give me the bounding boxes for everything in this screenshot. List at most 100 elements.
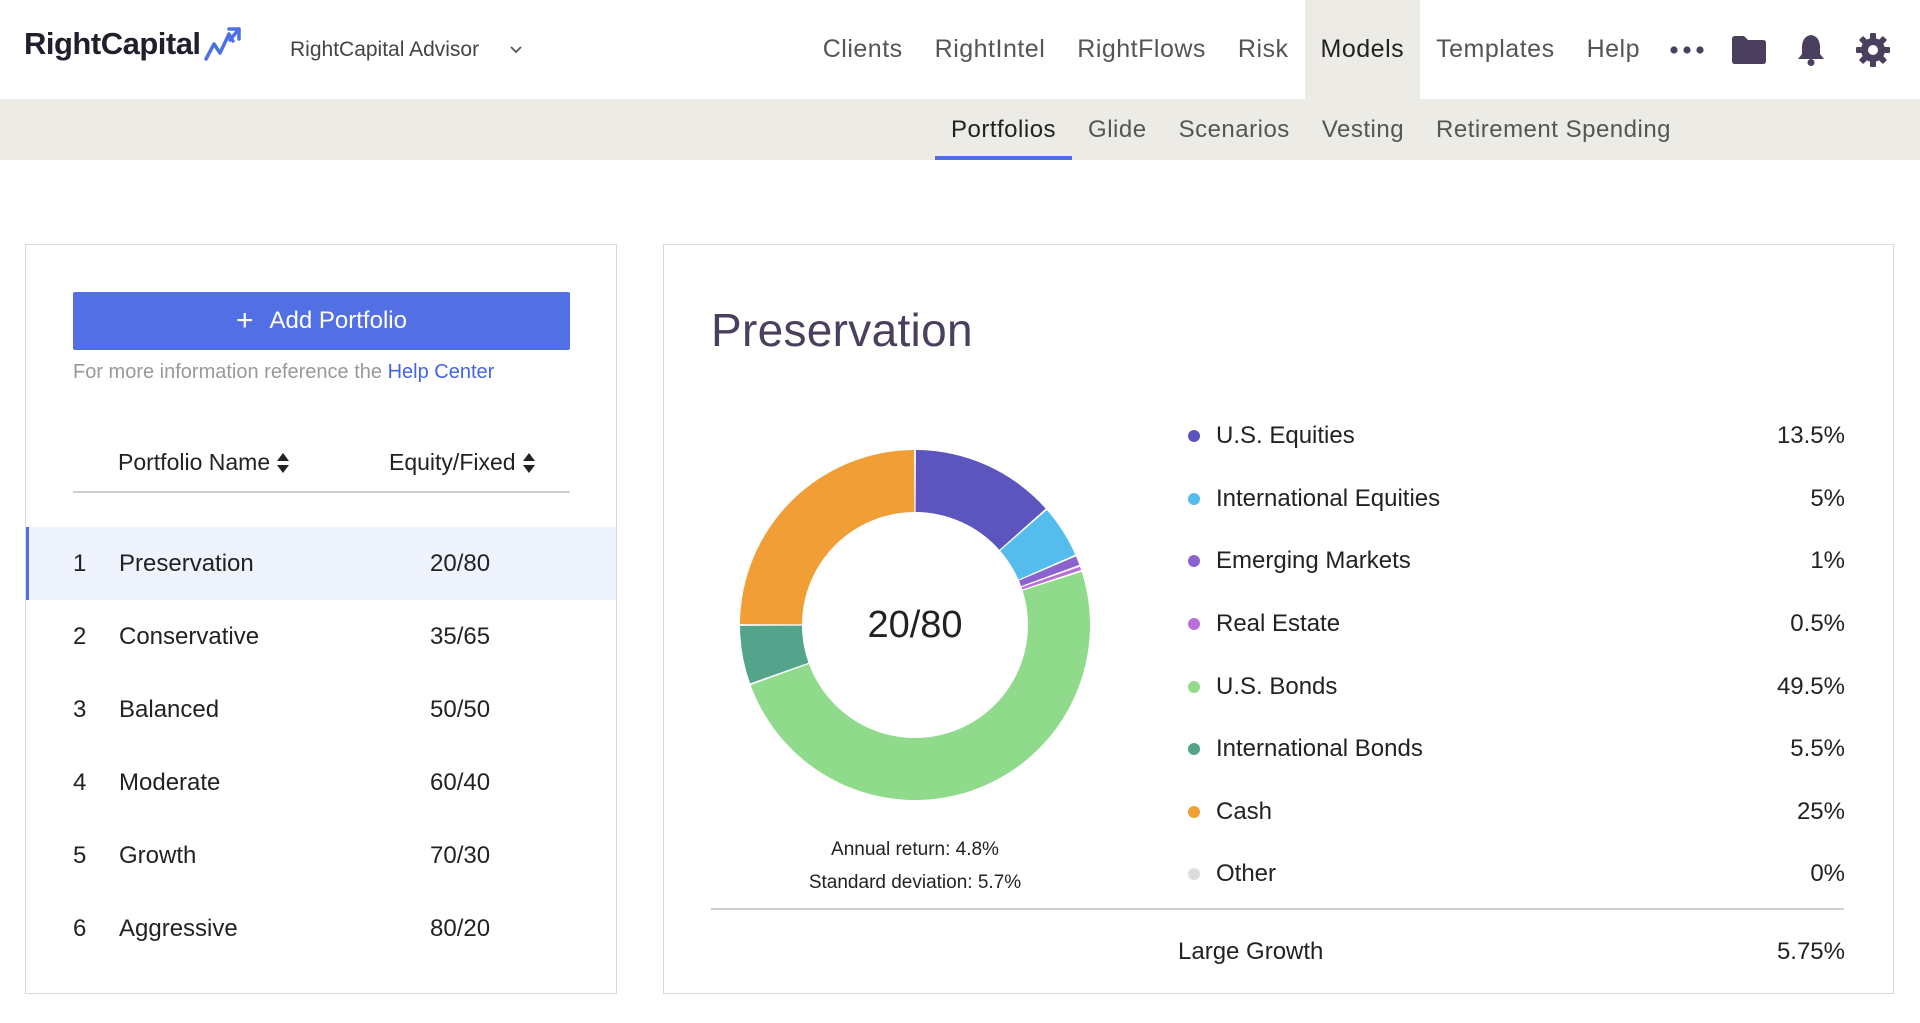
nav-clients[interactable]: Clients [807,0,919,99]
nav-help[interactable]: Help [1571,0,1656,99]
tab-retirement-spending[interactable]: Retirement Spending [1420,99,1687,160]
row-portfolio-name: Balanced [119,695,220,723]
extra-allocation-label: Large Growth [1178,938,1324,965]
advisor-selector[interactable]: RightCapital Advisor [290,38,523,62]
legend-value: 5% [1810,484,1845,512]
legend-value: 0.5% [1790,610,1845,638]
portfolio-list-panel: + Add Portfolio For more information ref… [25,244,617,994]
tab-portfolios[interactable]: Portfolios [935,99,1073,160]
table-row[interactable]: 4 Moderate 60/40 [26,746,616,819]
row-equity-fixed: 35/65 [430,622,491,650]
legend-item: Other 0% [1178,843,1845,906]
row-equity-fixed: 70/30 [430,841,491,869]
bell-icon[interactable] [1780,0,1842,99]
extra-allocation-row: Large Growth 5.75% [1178,938,1845,966]
tab-scenarios[interactable]: Scenarios [1163,99,1306,160]
legend-dot [1188,868,1200,881]
portfolio-title: Preservation [711,304,973,356]
gear-icon[interactable] [1842,0,1904,99]
column-label-equity: Equity/Fixed [389,449,516,475]
row-index: 2 [73,622,87,650]
row-portfolio-name: Aggressive [119,914,238,942]
row-portfolio-name: Conservative [119,622,260,650]
legend-label: Real Estate [1216,610,1341,638]
column-header-portfolio-name[interactable]: Portfolio Name [118,432,290,493]
chevron-down-icon [510,46,522,54]
portfolio-detail-panel: Preservation 20/80 Annual return: 4.8% S… [663,244,1894,994]
legend-item: Emerging Markets 1% [1178,530,1845,593]
legend-item: U.S. Bonds 49.5% [1178,655,1845,718]
legend-divider [711,908,1844,910]
add-portfolio-label: Add Portfolio [269,307,407,334]
nav-risk[interactable]: Risk [1222,0,1305,99]
legend-dot [1188,555,1200,568]
annual-return: Annual return: 4.8% [831,839,999,860]
table-row[interactable]: 5 Growth 70/30 [26,819,616,892]
row-index: 1 [73,549,87,577]
row-equity-fixed: 20/80 [430,549,491,577]
help-center-link[interactable]: Help Center [388,361,495,383]
table-row[interactable]: 3 Balanced 50/50 [26,673,616,746]
portfolio-rows: 1 Preservation 20/80 2 Conservative 35/6… [26,527,616,965]
column-header-equity-fixed[interactable]: Equity/Fixed [389,432,536,493]
extra-allocation-value: 5.75% [1776,938,1845,965]
table-row[interactable]: 6 Aggressive 80/20 [26,892,616,965]
legend-label: U.S. Bonds [1216,672,1338,700]
legend-value: 1% [1810,547,1845,575]
ellipsis-icon [1670,45,1704,54]
row-index: 3 [73,695,87,723]
legend-dot [1188,430,1200,443]
legend-dot [1188,492,1200,505]
legend-item: International Bonds 5.5% [1178,718,1845,781]
standard-deviation: Standard deviation: 5.7% [808,872,1022,893]
top-bar: RightCapital RightCapital Advisor Client… [0,0,1920,99]
table-row[interactable]: 2 Conservative 35/65 [26,600,616,673]
more-menu-icon[interactable] [1656,0,1718,99]
legend-value: 0% [1810,860,1845,888]
legend-label: Other [1216,860,1277,888]
row-portfolio-name: Growth [119,841,197,869]
legend-dot [1188,805,1200,818]
legend-item: International Equities 5% [1178,468,1845,531]
legend-value: 5.5% [1790,735,1845,763]
row-portfolio-name: Preservation [119,549,254,577]
row-index: 5 [73,841,87,869]
logo-arrow-icon [203,27,241,61]
row-equity-fixed: 60/40 [430,768,491,796]
sub-nav: Portfolios Glide Scenarios Vesting Retir… [0,99,1920,160]
main-nav: Clients RightIntel RightFlows Risk Model… [807,0,1920,99]
table-row[interactable]: 1 Preservation 20/80 [26,527,616,600]
help-text: For more information reference the Help … [73,361,494,384]
help-text-prefix: For more information reference the [73,361,388,383]
nav-templates[interactable]: Templates [1420,0,1570,99]
legend-dot [1188,743,1200,756]
legend-value: 49.5% [1776,672,1845,700]
donut-center-label: 20/80 [867,603,963,646]
legend-dot [1188,618,1200,631]
add-portfolio-button[interactable]: + Add Portfolio [73,292,570,350]
row-portfolio-name: Moderate [119,768,221,796]
tab-vesting[interactable]: Vesting [1306,99,1420,160]
tab-glide[interactable]: Glide [1072,99,1163,160]
allocation-donut-chart: 20/80 [740,450,1091,801]
portfolio-stats: Annual return: 4.8% Standard deviation: … [740,833,1090,899]
legend-label: International Equities [1216,484,1441,512]
nav-rightflows[interactable]: RightFlows [1061,0,1222,99]
rightcapital-logo[interactable]: RightCapital [24,26,243,62]
nav-models[interactable]: Models [1304,0,1421,99]
nav-rightintel[interactable]: RightIntel [919,0,1062,99]
advisor-label: RightCapital Advisor [290,38,480,61]
folder-icon[interactable] [1718,0,1780,99]
legend-item: Cash 25% [1178,781,1845,844]
sort-icon [522,452,535,473]
logo-text: RightCapital [24,26,201,61]
row-index: 6 [73,914,87,942]
legend-item: U.S. Equities 13.5% [1178,405,1845,468]
row-equity-fixed: 50/50 [430,695,491,723]
legend-value: 13.5% [1776,422,1845,450]
allocation-legend: U.S. Equities 13.5% International Equities… [1178,405,1845,906]
legend-label: Cash [1216,797,1273,825]
legend-label: International Bonds [1216,735,1423,763]
row-index: 4 [73,768,87,796]
legend-label: U.S. Equities [1216,422,1355,450]
